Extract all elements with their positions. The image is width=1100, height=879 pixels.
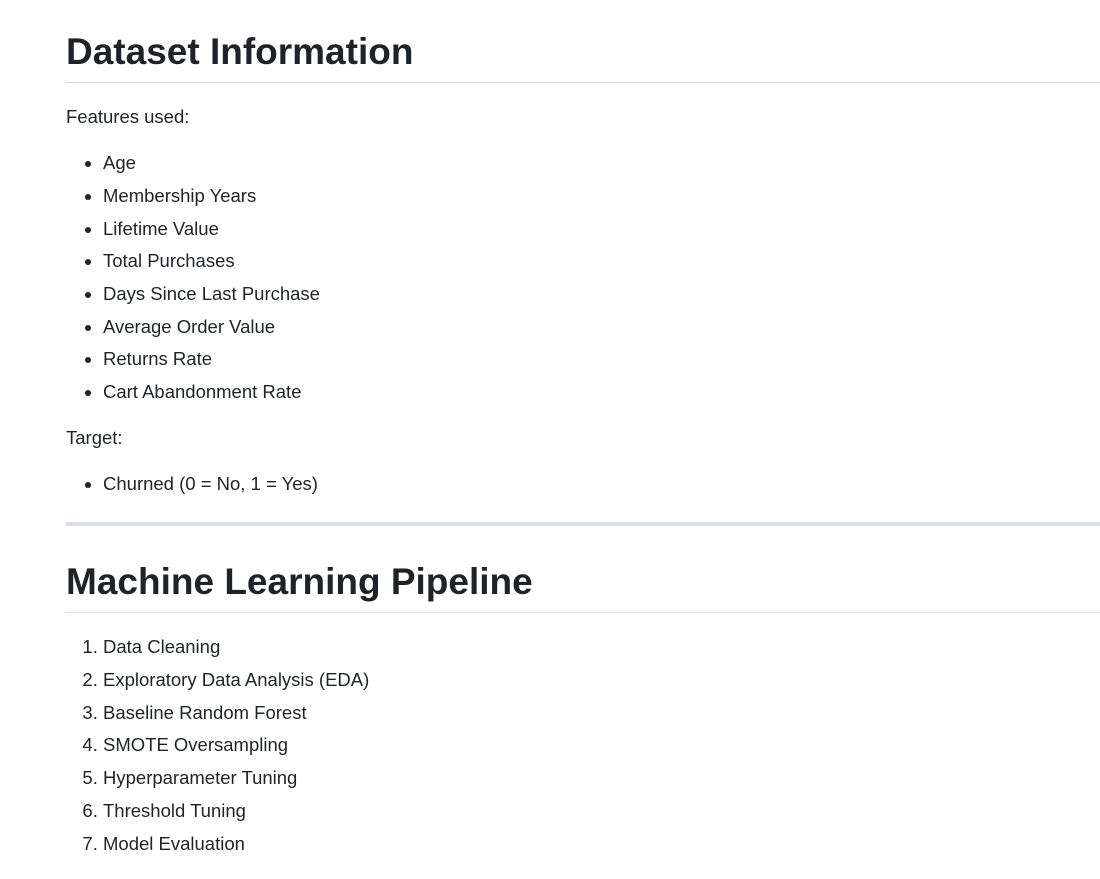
features-list: Age Membership Years Lifetime Value Tota… <box>66 151 1100 404</box>
pipeline-steps-list: Data Cleaning Exploratory Data Analysis … <box>66 635 1100 855</box>
pipeline-step: Baseline Random Forest <box>103 701 1100 725</box>
pipeline-step: Hyperparameter Tuning <box>103 766 1100 790</box>
dataset-information-heading: Dataset Information <box>66 0 1100 84</box>
section-divider <box>66 522 1100 527</box>
pipeline-step: Data Cleaning <box>103 635 1100 659</box>
feature-item: Returns Rate <box>103 347 1100 371</box>
pipeline-step: SMOTE Oversampling <box>103 733 1100 757</box>
pipeline-step: Exploratory Data Analysis (EDA) <box>103 668 1100 692</box>
target-item: Churned (0 = No, 1 = Yes) <box>103 472 1100 496</box>
feature-item: Total Purchases <box>103 249 1100 273</box>
target-label: Target: <box>66 427 123 449</box>
feature-item: Average Order Value <box>103 315 1100 339</box>
feature-item: Age <box>103 151 1100 175</box>
pipeline-step: Threshold Tuning <box>103 799 1100 823</box>
feature-item: Cart Abandonment Rate <box>103 380 1100 404</box>
readme-page: Dataset Information Features used: Age M… <box>0 0 1100 879</box>
feature-item: Days Since Last Purchase <box>103 282 1100 306</box>
feature-item: Lifetime Value <box>103 217 1100 241</box>
target-list: Churned (0 = No, 1 = Yes) <box>66 472 1100 496</box>
feature-item: Membership Years <box>103 184 1100 208</box>
pipeline-step: Model Evaluation <box>103 832 1100 856</box>
features-used-label: Features used: <box>66 106 190 128</box>
ml-pipeline-heading: Machine Learning Pipeline <box>66 557 1100 614</box>
